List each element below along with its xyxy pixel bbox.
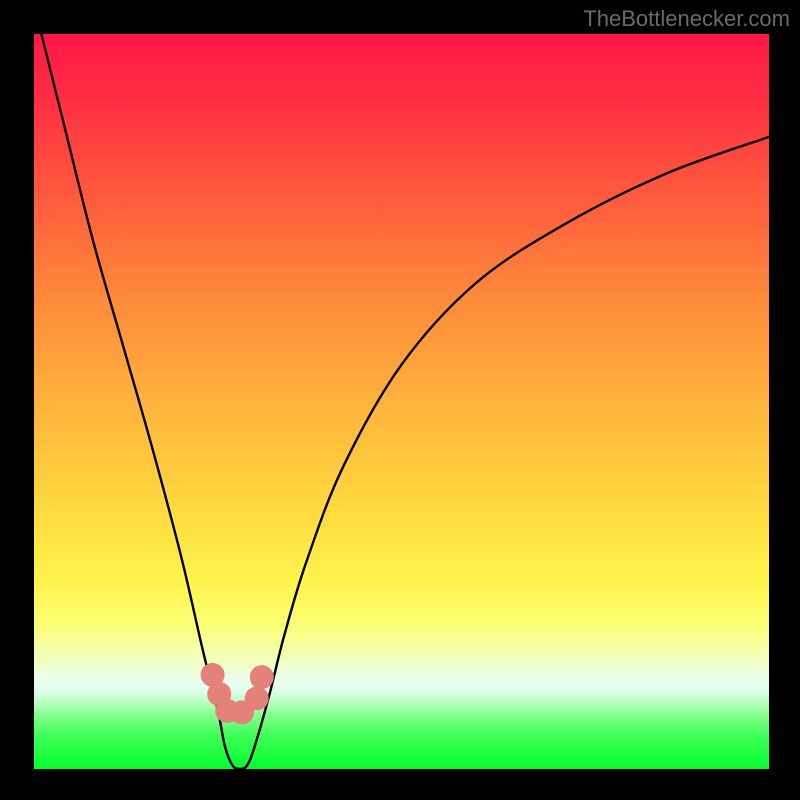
marker-right-lower (245, 686, 269, 710)
marker-bottom-left (215, 699, 239, 723)
curve-markers (201, 663, 274, 725)
bottleneck-curve (41, 34, 769, 769)
watermark-text: TheBottlenecker.com (583, 6, 790, 32)
chart-plot-area (34, 34, 769, 769)
marker-bottom-mid (230, 700, 254, 724)
marker-left-mid (207, 682, 231, 706)
marker-left-upper (201, 663, 225, 687)
chart-svg (34, 34, 769, 769)
marker-right-upper (250, 665, 274, 689)
